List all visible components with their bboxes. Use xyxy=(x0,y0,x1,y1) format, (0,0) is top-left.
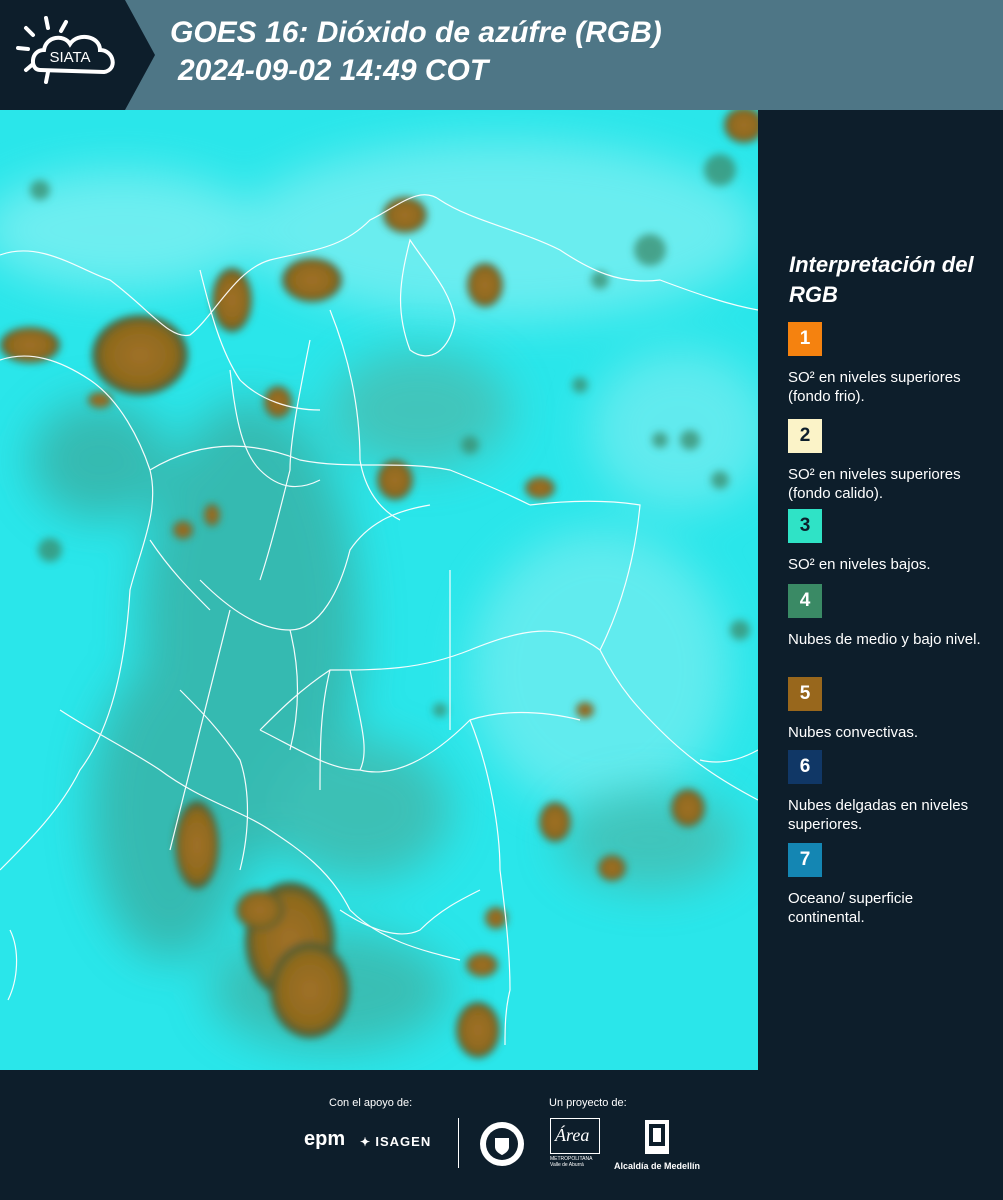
title-line-1: GOES 16: Dióxido de azúfre (RGB) xyxy=(170,16,662,49)
footer-divider xyxy=(458,1118,459,1168)
support-label: Con el apoyo de: xyxy=(329,1097,413,1109)
medellin-seal-icon xyxy=(478,1120,526,1168)
legend-swatch: 1 xyxy=(788,322,822,356)
legend-item-1: 1 SO² en niveles superiores (fondo frio)… xyxy=(788,322,988,406)
isagen-logo: ✦ ISAGEN xyxy=(360,1134,431,1149)
alcaldia-logo-text: Alcaldía de Medellín xyxy=(613,1161,701,1171)
header-bar: SIATA GOES 16: Dióxido de azúfre (RGB) 2… xyxy=(0,0,1003,110)
legend-title: Interpretación del RGB xyxy=(789,252,974,307)
legend-item-3: 3 SO² en niveles bajos. xyxy=(788,509,988,574)
legend-swatch: 2 xyxy=(788,419,822,453)
legend-swatch: 7 xyxy=(788,843,822,877)
legend-swatch: 6 xyxy=(788,750,822,784)
footer: Con el apoyo de: Un proyecto de: epm ✦ I… xyxy=(0,1070,1003,1200)
legend-item-7: 7 Oceano/ superficie continental. xyxy=(788,843,988,927)
page-title: GOES 16: Dióxido de azúfre (RGB) 2024-09… xyxy=(170,14,662,90)
alcaldia-crest-icon xyxy=(645,1120,669,1154)
legend-item-2: 2 SO² en niveles superiores (fondo calid… xyxy=(788,419,988,503)
legend-panel: Interpretación del RGB 1 SO² en niveles … xyxy=(760,110,1003,1070)
legend-label: Oceano/ superficie continental. xyxy=(788,890,914,926)
epm-logo-text: epm xyxy=(304,1128,346,1150)
area-logo-sub2: Valle de Aburrá xyxy=(550,1162,584,1168)
legend-item-4: 4 Nubes de medio y bajo nivel. xyxy=(788,584,988,649)
alcaldia-logo: Alcaldía de Medellín xyxy=(612,1118,702,1171)
legend-swatch: 5 xyxy=(788,677,822,711)
legend-swatch: 3 xyxy=(788,509,822,543)
area-logo-box: Área xyxy=(550,1118,600,1154)
legend-item-5: 5 Nubes convectivas. xyxy=(788,677,988,742)
siata-logo-text: SIATA xyxy=(49,49,90,66)
siata-logo: SIATA xyxy=(0,0,155,110)
legend-label: Nubes de medio y bajo nivel. xyxy=(788,631,981,648)
title-line-2: 2024-09-02 14:49 COT xyxy=(178,54,489,87)
legend-item-6: 6 Nubes delgadas en niveles superiores. xyxy=(788,750,988,834)
legend-swatch: 4 xyxy=(788,584,822,618)
legend-label: SO² en niveles bajos. xyxy=(788,556,931,573)
satellite-map xyxy=(0,110,758,1070)
project-label: Un proyecto de: xyxy=(549,1097,627,1109)
legend-label: Nubes convectivas. xyxy=(788,724,919,741)
area-metropolitana-logo: Área METROPOLITANA Valle de Aburrá xyxy=(550,1118,600,1168)
legend-label: Nubes delgadas en niveles superiores. xyxy=(788,797,969,833)
isagen-logo-text: ISAGEN xyxy=(375,1134,432,1149)
epm-logo: epm xyxy=(304,1128,345,1151)
legend-label: SO² en niveles superiores (fondo frio). xyxy=(788,369,961,405)
isagen-mark-icon: ✦ xyxy=(360,1135,376,1149)
legend-label: SO² en niveles superiores (fondo calido)… xyxy=(788,466,961,502)
area-logo-text: Área xyxy=(555,1125,590,1145)
